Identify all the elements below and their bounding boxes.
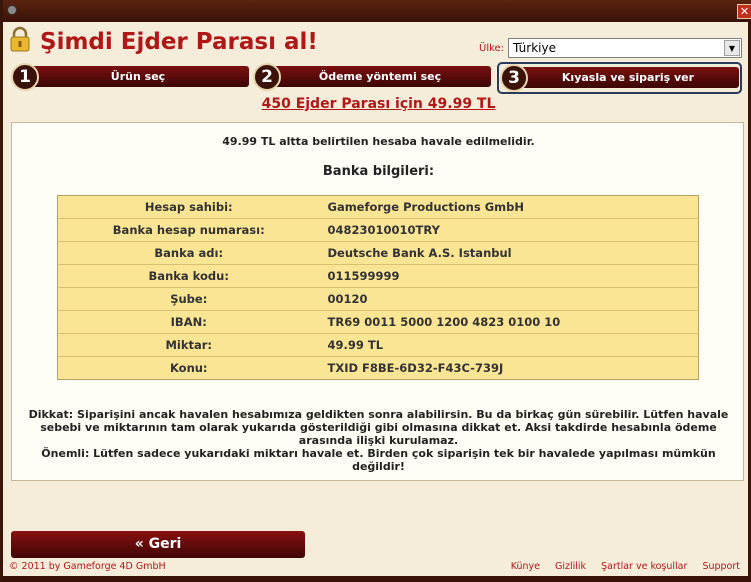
notice-block: Dikkat: Siparişini ancak havalen hesabım… [12,408,745,473]
country-select[interactable]: Türkiye ▼ [508,38,742,58]
step-number: 3 [500,64,528,92]
row-key: Banka adı: [57,241,328,265]
footer-link-gizlilik[interactable]: Gizlilik [555,561,586,572]
notice-warning: Dikkat: Siparişini ancak havalen hesabım… [28,408,729,447]
dialog-window: ✕ Şimdi Ejder Parası al! Ülke: Türkiye ▼… [0,0,751,582]
page-title: Şimdi Ejder Parası al! [40,29,318,55]
table-row: Banka kodu: 011599999 [57,264,699,288]
transfer-info: 49.99 TL altta belirtilen hesaba havale … [222,135,535,148]
row-value: Gameforge Productions GmbH [327,195,699,219]
step-3-tab[interactable]: Kıyasla ve sipariş ver [517,67,739,88]
table-row: Banka adı: Deutsche Bank A.S. Istanbul [57,241,699,265]
title-bar: ✕ [3,0,751,22]
notice-important: Önemli: Lütfen sadece yukarıdaki miktarı… [41,447,716,473]
country-label: Ülke: [479,43,505,54]
payment-panel: 49.99 TL altta belirtilen hesaba havale … [11,122,744,481]
chevron-down-icon[interactable]: ▼ [724,40,740,56]
step-label: Ödeme yöntemi seç [318,70,442,83]
lock-icon [10,26,30,52]
step-1-tab[interactable]: Ürün seç [27,66,249,87]
country-value: Türkiye [513,41,556,55]
table-row: Miktar: 49.99 TL [57,333,699,357]
bank-details-table: Hesap sahibi: Gameforge Productions GmbH … [57,195,699,380]
footer-link-kunye[interactable]: Künye [511,561,540,572]
row-key: Miktar: [57,333,328,357]
row-key: Hesap sahibi: [57,195,328,219]
step-number: 2 [253,63,281,91]
row-key: Banka kodu: [57,264,328,288]
row-value: Deutsche Bank A.S. Istanbul [327,241,699,265]
table-row: Banka hesap numarası: 04823010010TRY [57,218,699,242]
close-button[interactable]: ✕ [737,4,751,19]
order-headline: 450 Ejder Parası için 49.99 TL [261,96,496,112]
footer-links: Künye Gizlilik Şartlar ve koşullar Suppo… [499,561,740,572]
step-number: 1 [11,63,39,91]
table-row: IBAN: TR69 0011 5000 1200 4823 0100 10 [57,310,699,334]
copyright: © 2011 by Gameforge 4D GmbH [9,561,166,572]
row-value: TXID F8BE-6D32-F43C-739J [327,361,504,375]
step-label: Ürün seç [110,70,166,83]
footer-link-terms[interactable]: Şartlar ve koşullar [601,561,687,572]
bank-title: Banka bilgileri: [322,164,435,179]
bottom-border [3,576,751,582]
row-key: Banka hesap numarası: [57,218,328,242]
row-value: 00120 [327,287,699,311]
row-value: 011599999 [327,264,699,288]
row-value: 04823010010TRY [327,218,699,242]
pin-icon [7,5,17,15]
row-value: 49.99 TL [327,333,699,357]
table-row: Konu: TXID F8BE-6D32-F43C-739J [58,357,699,380]
footer-link-support[interactable]: Support [702,561,740,572]
step-2-tab[interactable]: Ödeme yöntemi seç [269,66,491,87]
row-value: TR69 0011 5000 1200 4823 0100 10 [327,310,699,334]
table-row: Hesap sahibi: Gameforge Productions GmbH [57,195,699,219]
row-key: IBAN: [57,310,328,334]
row-key: Konu: [169,361,208,375]
table-row: Şube: 00120 [57,287,699,311]
step-label: Kıyasla ve sipariş ver [561,71,695,84]
back-button[interactable]: « Geri [11,531,305,558]
row-key: Şube: [57,287,328,311]
